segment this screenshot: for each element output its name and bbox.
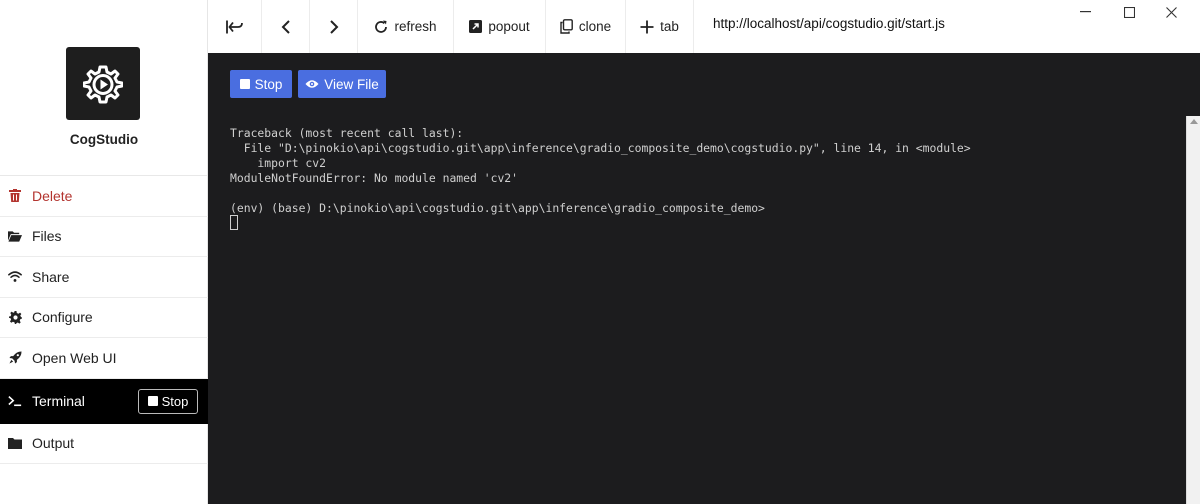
chevron-right-icon	[329, 19, 338, 34]
popout-button[interactable]: popout	[454, 0, 546, 53]
plus-icon	[640, 20, 654, 33]
sidebar-item-terminal[interactable]: Terminal Stop	[0, 378, 208, 424]
minimize-button[interactable]	[1070, 0, 1100, 24]
copy-icon	[560, 19, 573, 34]
view-file-label: View File	[324, 76, 379, 92]
app-name: CogStudio	[69, 132, 139, 147]
minimize-icon	[1079, 11, 1091, 13]
popout-label: popout	[488, 19, 530, 34]
refresh-button[interactable]: refresh	[358, 0, 454, 53]
terminal-scrollbar[interactable]	[1186, 116, 1200, 504]
back-button[interactable]	[262, 0, 310, 53]
sidebar-item-label: Delete	[32, 187, 73, 204]
close-button[interactable]	[1156, 0, 1186, 24]
clone-label: clone	[578, 19, 612, 34]
forward-button[interactable]	[310, 0, 358, 53]
refresh-icon	[375, 20, 388, 33]
eye-icon	[305, 80, 319, 88]
sidebar-item-label: Output	[32, 435, 75, 452]
tab-label: tab	[660, 19, 679, 34]
stop-label: Stop	[254, 76, 283, 92]
terminal-output: Traceback (most recent call last): File …	[230, 126, 971, 215]
maximize-icon	[1123, 6, 1135, 18]
new-tab-button[interactable]: tab	[626, 0, 694, 53]
terminal-panel[interactable]: Stop View File Traceback (most recent ca…	[208, 53, 1200, 504]
sidebar-item-label: Configure	[32, 309, 93, 326]
sidebar-item-configure[interactable]: Configure	[0, 298, 208, 338]
terminal-stop-button[interactable]: Stop	[138, 388, 198, 414]
url-display[interactable]: http://localhost/api/cogstudio.git/start…	[713, 16, 945, 31]
sidebar-item-share[interactable]: Share	[0, 257, 208, 298]
app-logo[interactable]	[66, 47, 140, 120]
gear-play-icon	[83, 65, 123, 103]
sidebar-item-label: Files	[32, 228, 62, 245]
sidebar-item-delete[interactable]: Delete	[0, 176, 208, 217]
rocket-icon	[8, 351, 22, 365]
maximize-button[interactable]	[1114, 0, 1144, 24]
sidebar-item-files[interactable]: Files	[0, 217, 208, 257]
terminal-cursor	[230, 215, 238, 230]
folder-icon	[8, 436, 22, 450]
sidebar-item-output[interactable]: Output	[0, 424, 208, 464]
sidebar-item-label: Terminal	[32, 393, 85, 409]
exit-arrow-icon	[225, 20, 243, 33]
terminal-stop-label: Stop	[161, 393, 189, 409]
stop-button[interactable]: Stop	[230, 70, 292, 98]
stop-icon	[239, 79, 250, 89]
sidebar-item-label: Share	[32, 268, 70, 285]
sidebar-nav: Delete Files Share Configure Open Web UI…	[0, 176, 208, 464]
chevron-left-icon	[281, 19, 290, 34]
clone-button[interactable]: clone	[546, 0, 626, 53]
sidebar-item-open-web-ui[interactable]: Open Web UI	[0, 338, 208, 379]
refresh-label: refresh	[394, 19, 437, 34]
sidebar-item-label: Open Web UI	[32, 349, 117, 366]
back-to-home-button[interactable]	[208, 0, 262, 53]
stop-icon	[147, 396, 158, 406]
trash-icon	[8, 189, 22, 203]
app-window: CogStudio Delete Files Share Configure O…	[0, 0, 1200, 504]
brand-header: CogStudio	[0, 0, 207, 176]
view-file-button[interactable]: View File	[298, 70, 386, 98]
external-link-icon	[469, 20, 483, 33]
wifi-icon	[8, 270, 22, 284]
gear-icon	[8, 310, 22, 324]
close-icon	[1165, 6, 1177, 18]
folder-open-icon	[8, 229, 22, 243]
browser-toolbar: refresh popout clone tab http://localhos…	[208, 0, 1200, 53]
terminal-prompt-icon	[8, 394, 22, 408]
scroll-up-arrow-icon[interactable]	[1190, 119, 1198, 124]
sidebar: CogStudio Delete Files Share Configure O…	[0, 0, 208, 504]
